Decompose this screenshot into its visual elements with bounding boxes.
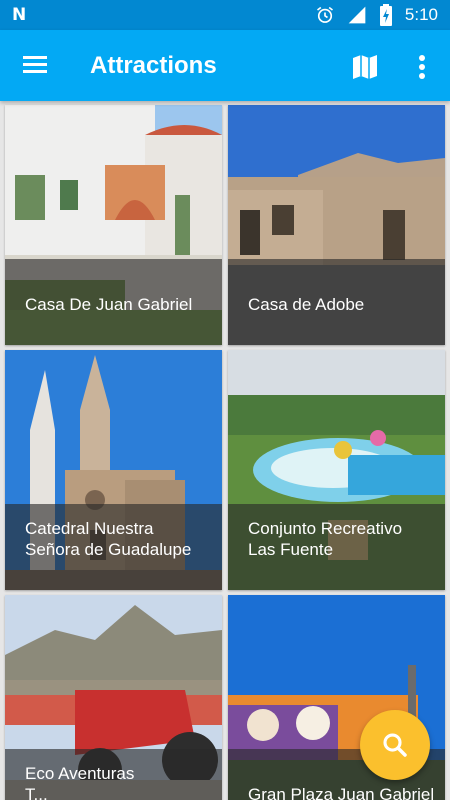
menu-icon[interactable] (18, 48, 52, 82)
page-title: Attractions (90, 52, 217, 79)
attraction-card[interactable]: Eco Aventuras T... (5, 595, 222, 800)
map-icon[interactable] (348, 50, 382, 84)
search-button[interactable] (360, 710, 430, 780)
attraction-card[interactable]: Catedral Nuestra Señora de Guadalupe (5, 350, 222, 590)
app-bar: Attractions (0, 30, 450, 101)
attraction-name: Eco Aventuras T... (25, 764, 135, 800)
alarm-icon (316, 6, 333, 23)
attraction-card[interactable]: Conjunto Recreativo Las Fuente (228, 350, 445, 590)
attraction-card[interactable]: Casa de Adobe (228, 105, 445, 345)
search-icon (383, 733, 407, 757)
attractions-grid: Casa De Juan Gabriel Casa de Adobe Cated… (0, 101, 450, 800)
attraction-name: Conjunto Recreativo Las Fuente (248, 519, 403, 559)
attraction-name: Catedral Nuestra Señora de Guadalupe (25, 519, 192, 559)
status-time: 5:10 (404, 5, 438, 24)
n-logo-icon: N (12, 5, 27, 25)
more-vert-icon[interactable] (408, 50, 436, 84)
attraction-card[interactable]: Casa De Juan Gabriel (5, 105, 222, 345)
attraction-name: Gran Plaza Juan Gabriel (248, 785, 435, 800)
signal-icon (348, 6, 366, 24)
attraction-name: Casa De Juan Gabriel (25, 295, 193, 314)
attraction-name: Casa de Adobe (248, 295, 365, 314)
battery-icon (379, 4, 392, 26)
status-bar: N 5:10 (0, 0, 450, 30)
